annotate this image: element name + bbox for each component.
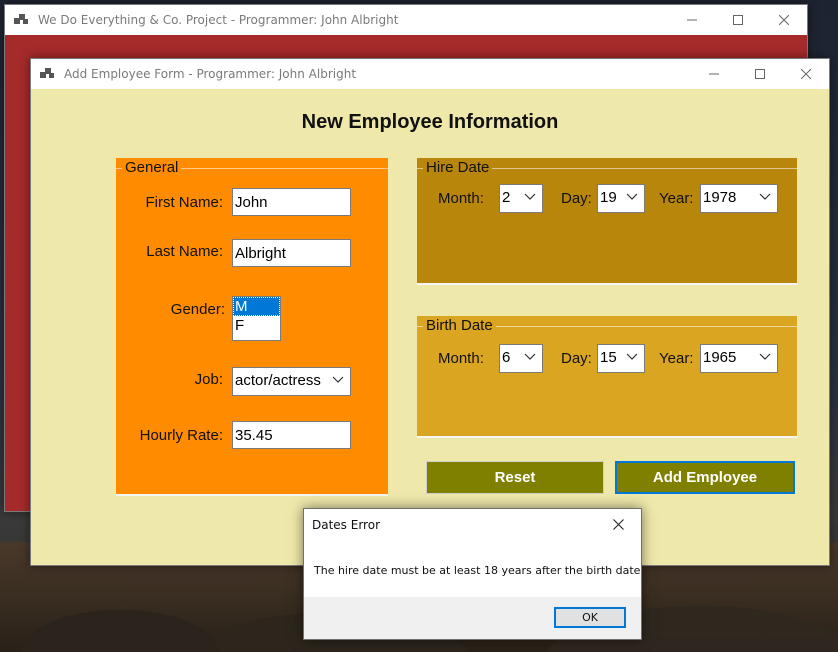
hire-month-combobox[interactable]: 2 — [499, 184, 543, 213]
form-maximize-button[interactable] — [737, 59, 783, 89]
hire-day-value: 19 — [600, 189, 617, 206]
form-window-title: Add Employee Form - Programmer: John Alb… — [64, 67, 357, 81]
close-icon — [779, 15, 789, 25]
maximize-button[interactable] — [715, 5, 761, 35]
birth-year-value: 1965 — [703, 349, 737, 366]
form-titlebar[interactable]: Add Employee Form - Programmer: John Alb… — [31, 59, 829, 89]
birth-date-groupbox: Birth Date Month: 6 Day: 15 Year: 1965 — [417, 316, 797, 438]
close-button[interactable] — [761, 5, 807, 35]
gender-listbox[interactable]: M F — [232, 296, 281, 341]
birth-year-label: Year: — [659, 350, 694, 367]
chevron-down-icon — [759, 193, 771, 200]
birth-day-value: 15 — [600, 349, 617, 366]
hire-year-value: 1978 — [703, 189, 737, 206]
birth-day-label: Day: — [561, 350, 592, 367]
chevron-down-icon — [759, 353, 771, 360]
general-groupbox: General First Name: Last Name: Gender: M… — [116, 158, 388, 496]
job-combobox[interactable]: actor/actress — [232, 367, 351, 396]
birth-date-group-title: Birth Date — [423, 317, 496, 335]
add-employee-button[interactable]: Add Employee — [615, 461, 795, 494]
last-name-input[interactable] — [232, 239, 351, 267]
main-window-title: We Do Everything & Co. Project - Program… — [38, 13, 399, 27]
birth-month-label: Month: — [438, 350, 484, 367]
close-icon — [801, 69, 811, 79]
gender-option-f[interactable]: F — [233, 316, 280, 335]
hire-day-combobox[interactable]: 19 — [597, 184, 645, 213]
hire-month-value: 2 — [502, 189, 511, 206]
dialog-footer: OK — [304, 597, 641, 639]
dialog-title: Dates Error — [312, 518, 380, 532]
first-name-label: First Name: — [145, 194, 223, 211]
chevron-down-icon — [524, 353, 536, 360]
minimize-icon — [709, 73, 719, 75]
hire-year-label: Year: — [659, 190, 694, 207]
dialog-close-button[interactable] — [603, 513, 633, 535]
birth-year-combobox[interactable]: 1965 — [700, 344, 778, 373]
minimize-icon — [687, 19, 697, 21]
minimize-button[interactable] — [669, 5, 715, 35]
birth-month-value: 6 — [502, 349, 511, 366]
chevron-down-icon — [626, 353, 638, 360]
last-name-label: Last Name: — [146, 243, 223, 260]
maximize-icon — [733, 15, 743, 25]
first-name-input[interactable] — [232, 188, 351, 216]
hire-date-groupbox: Hire Date Month: 2 Day: 19 Year: 1978 — [417, 158, 797, 285]
close-icon — [612, 518, 624, 530]
chevron-down-icon — [626, 193, 638, 200]
hourly-rate-input[interactable] — [232, 421, 351, 449]
reset-button[interactable]: Reset — [426, 461, 604, 494]
gender-label: Gender: — [170, 301, 225, 318]
form-heading: New Employee Information — [301, 111, 559, 133]
hourly-rate-label: Hourly Rate: — [139, 427, 223, 444]
hire-day-label: Day: — [561, 190, 592, 207]
app-window-icon — [40, 66, 56, 82]
chevron-down-icon — [332, 376, 344, 383]
hire-month-label: Month: — [438, 190, 484, 207]
main-window-titlebar[interactable]: We Do Everything & Co. Project - Program… — [5, 5, 807, 35]
app-window-icon — [14, 12, 30, 28]
form-close-button[interactable] — [783, 59, 829, 89]
hire-date-group-title: Hire Date — [423, 159, 493, 177]
general-group-title: General — [122, 159, 182, 177]
gender-option-m[interactable]: M — [233, 297, 280, 316]
form-minimize-button[interactable] — [691, 59, 737, 89]
chevron-down-icon — [524, 193, 536, 200]
job-label: Job: — [194, 371, 223, 388]
job-combobox-value: actor/actress — [235, 372, 321, 389]
hire-year-combobox[interactable]: 1978 — [700, 184, 778, 213]
ok-button[interactable]: OK — [554, 607, 626, 628]
add-employee-form-window: Add Employee Form - Programmer: John Alb… — [30, 58, 830, 566]
birth-day-combobox[interactable]: 15 — [597, 344, 645, 373]
dialog-message: The hire date must be at least 18 years … — [314, 564, 641, 577]
dates-error-dialog: Dates Error The hire date must be at lea… — [303, 508, 642, 640]
birth-month-combobox[interactable]: 6 — [499, 344, 543, 373]
maximize-icon — [755, 69, 765, 79]
